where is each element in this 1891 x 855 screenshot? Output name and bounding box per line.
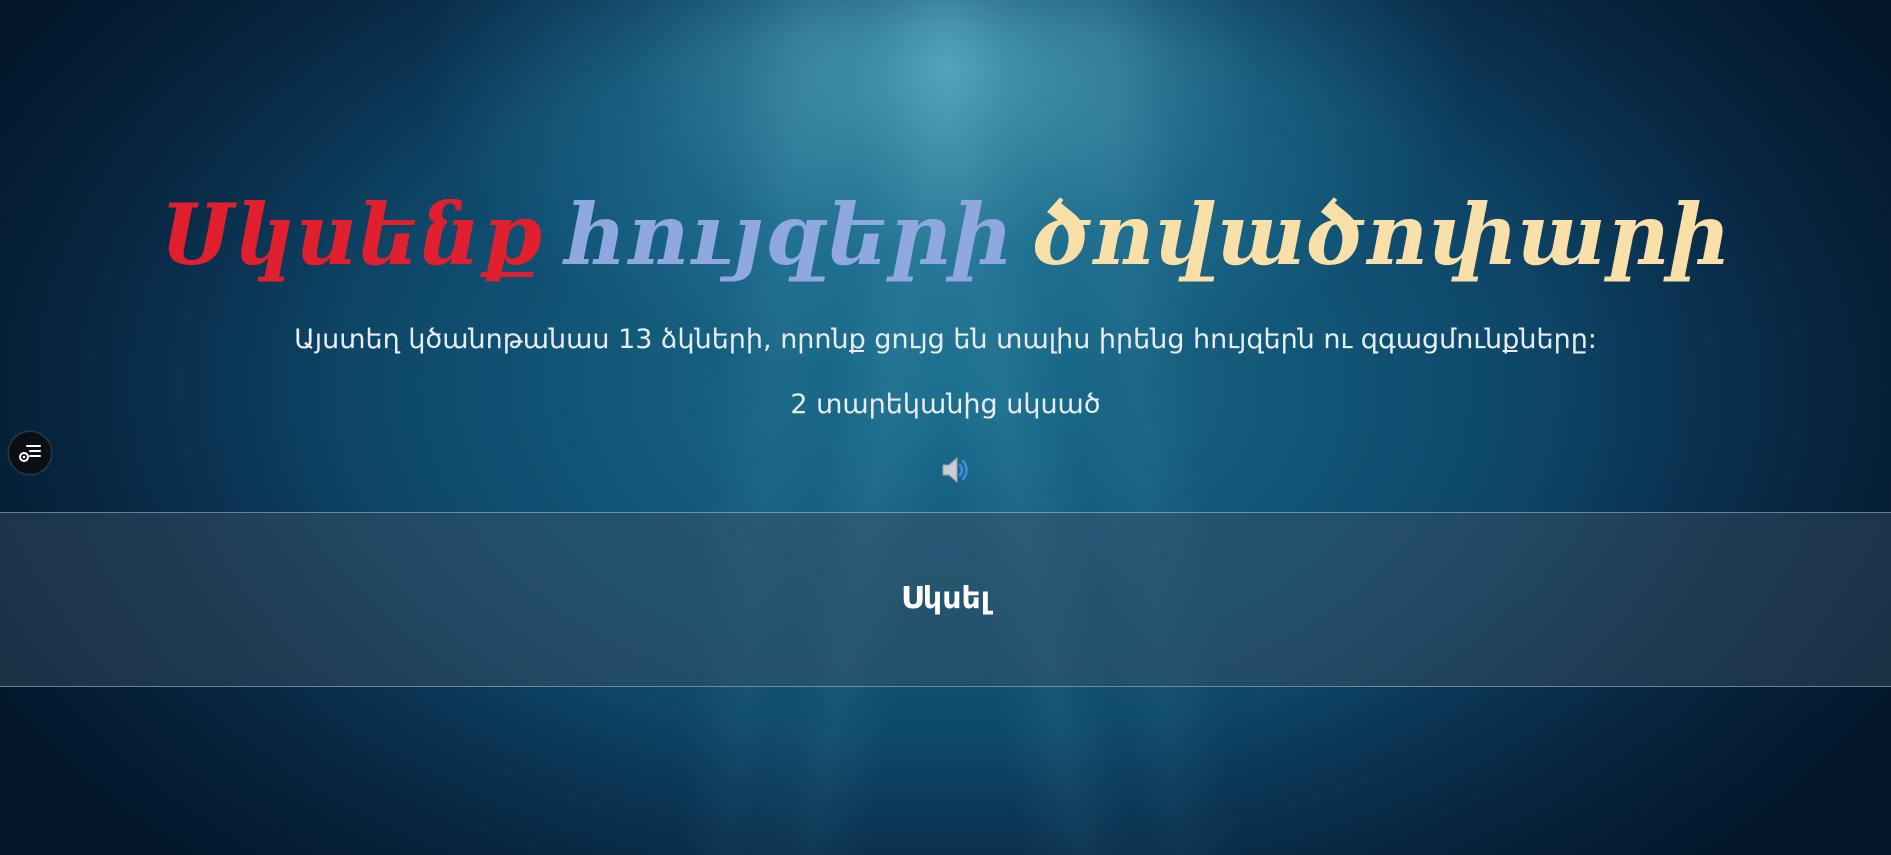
title-word-1: Սկսենք <box>160 185 545 284</box>
background-light-rays <box>0 0 1891 855</box>
intro-text: Այստեղ կծանոթանաս 13 ձկների, որոնք ցույց… <box>294 324 1597 355</box>
title-word-2: հույզերի <box>564 185 1013 284</box>
start-button-label: Սկսել <box>900 581 991 616</box>
background-vignette <box>0 0 1891 855</box>
menu-button[interactable] <box>8 431 52 475</box>
speaker-icon[interactable] <box>940 455 972 485</box>
title-word-3: ծովածոփարի <box>1032 185 1731 284</box>
start-button[interactable]: Սկսել <box>0 512 1891 687</box>
menu-list-icon <box>19 445 41 462</box>
page-title: Սկսենք հույզերի ծովածոփարի <box>0 180 1891 290</box>
age-note: 2 տարեկանից սկսած <box>790 389 1101 420</box>
